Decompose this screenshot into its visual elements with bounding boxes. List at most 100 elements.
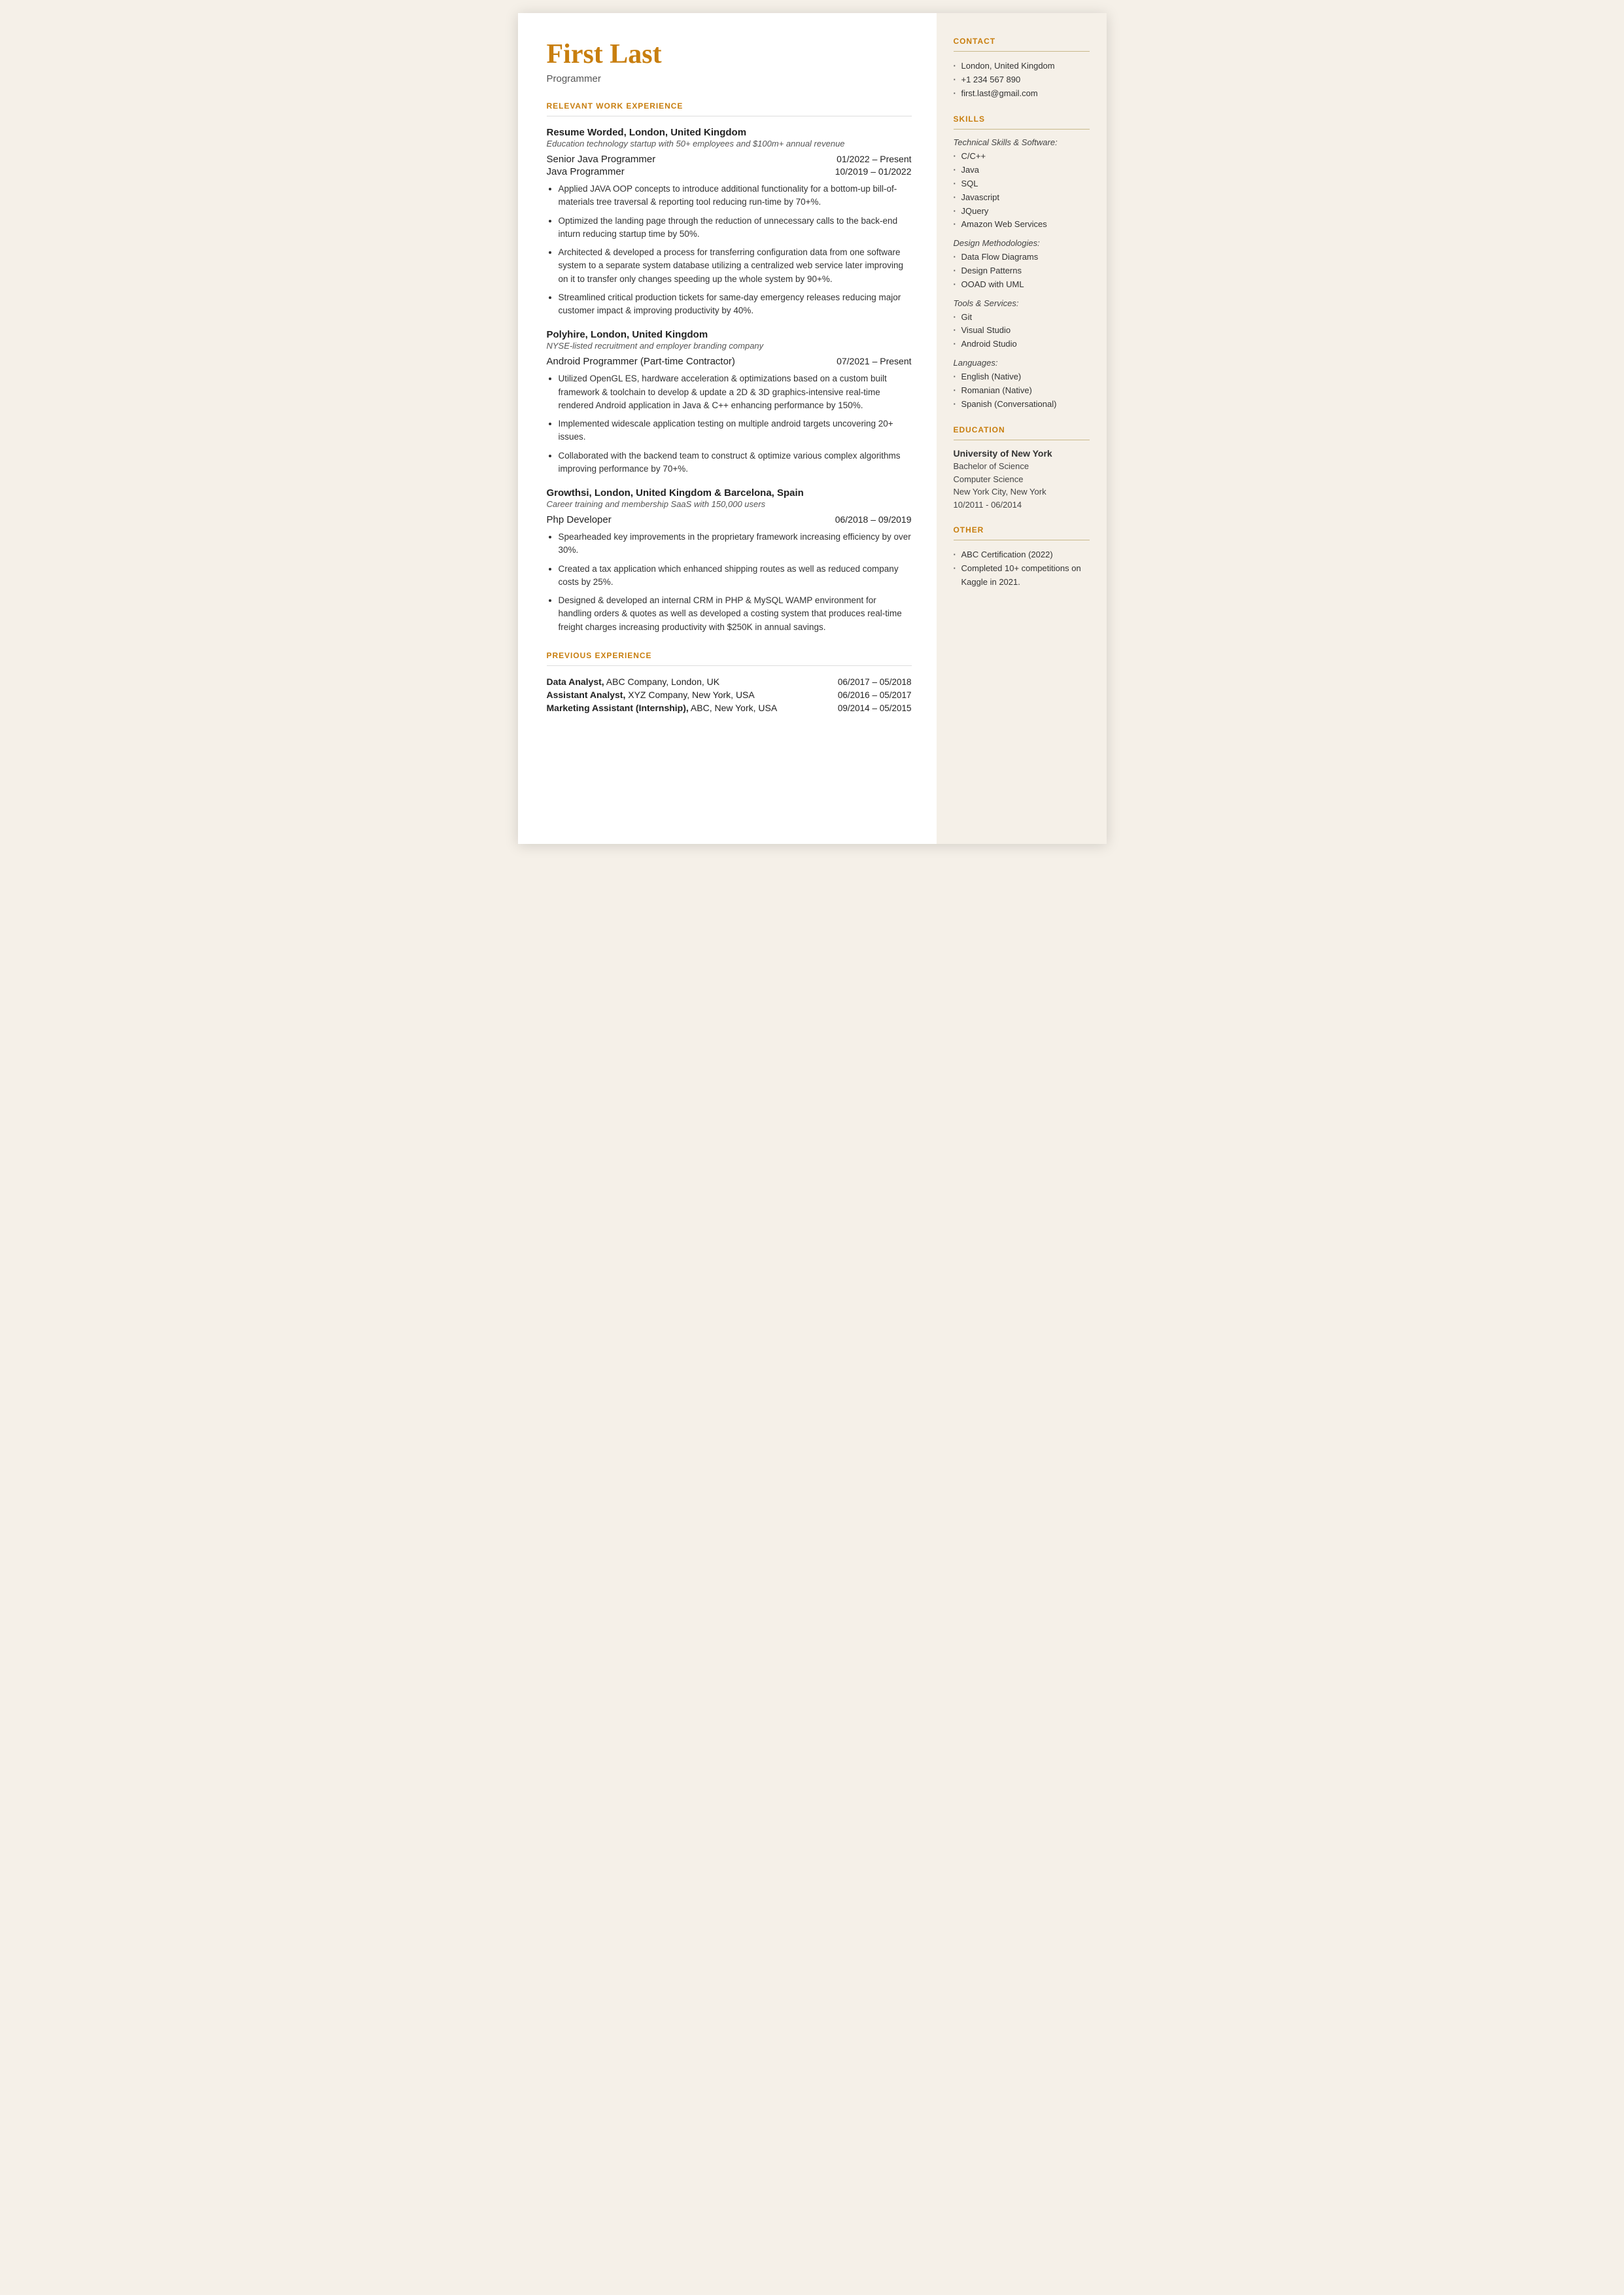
job-dates-php: 06/2018 – 09/2019 (835, 514, 912, 525)
languages-list: English (Native) Romanian (Native) Spani… (954, 370, 1090, 411)
other-list: ABC Certification (2022) Completed 10+ c… (954, 548, 1090, 589)
prev-exp-bold: Assistant Analyst, (547, 690, 626, 700)
bullet-list-growthsi: Spearheaded key improvements in the prop… (559, 531, 912, 634)
technical-skills-list: C/C++ Java SQL Javascript JQuery Amazon … (954, 150, 1090, 232)
prev-exp-rest: ABC, New York, USA (689, 703, 777, 713)
job-block-growthsi: Growthsi, London, United Kingdom & Barce… (547, 487, 912, 634)
other-heading: OTHER (954, 525, 1090, 534)
prev-exp-title: Marketing Assistant (Internship), ABC, N… (547, 703, 778, 713)
contact-heading: CONTACT (954, 37, 1090, 46)
design-item: Design Patterns (954, 264, 1090, 278)
language-item: Romanian (Native) (954, 384, 1090, 398)
edu-degree: Bachelor of Science (954, 460, 1090, 473)
relevant-work-heading: RELEVANT WORK EXPERIENCE (547, 101, 912, 111)
bullet-item: Streamlined critical production tickets … (559, 291, 912, 318)
skill-item: Javascript (954, 191, 1090, 205)
skill-item: Amazon Web Services (954, 218, 1090, 232)
company-desc-polyhire: NYSE-listed recruitment and employer bra… (547, 341, 912, 351)
tool-item: Visual Studio (954, 324, 1090, 338)
contact-list: London, United Kingdom +1 234 567 890 fi… (954, 60, 1090, 100)
job-row-java: Java Programmer 10/2019 – 01/2022 (547, 166, 912, 177)
prev-exp-bold: Marketing Assistant (Internship), (547, 703, 689, 713)
right-column: CONTACT London, United Kingdom +1 234 56… (937, 13, 1107, 844)
previous-exp-heading: PREVIOUS EXPERIENCE (547, 651, 912, 660)
company-location: London, United Kingdom (588, 329, 708, 340)
bullet-item: Optimized the landing page through the r… (559, 215, 912, 241)
edu-field: Computer Science (954, 473, 1090, 486)
prev-exp-bold: Data Analyst, (547, 676, 604, 687)
bullet-item: Implemented widescale application testin… (559, 417, 912, 444)
contact-divider (954, 51, 1090, 52)
prev-exp-dates: 09/2014 – 05/2015 (838, 703, 912, 713)
bullet-list-resume-worded: Applied JAVA OOP concepts to introduce a… (559, 183, 912, 317)
technical-skills-label: Technical Skills & Software: (954, 137, 1090, 147)
skills-heading: SKILLS (954, 114, 1090, 124)
design-methodologies-label: Design Methodologies: (954, 238, 1090, 248)
tool-item: Android Studio (954, 338, 1090, 351)
previous-exp-divider (547, 665, 912, 666)
bullet-list-polyhire: Utilized OpenGL ES, hardware acceleratio… (559, 372, 912, 476)
contact-email: first.last@gmail.com (954, 87, 1090, 101)
company-location: London, United Kingdom (627, 127, 746, 138)
education-block: University of New York Bachelor of Scien… (954, 448, 1090, 511)
left-column: First Last Programmer RELEVANT WORK EXPE… (518, 13, 937, 844)
candidate-name: First Last (547, 39, 912, 69)
contact-phone: +1 234 567 890 (954, 73, 1090, 87)
design-list: Data Flow Diagrams Design Patterns OOAD … (954, 251, 1090, 291)
job-title-php: Php Developer (547, 514, 612, 525)
edu-location: New York City, New York (954, 485, 1090, 499)
job-dates-senior-java: 01/2022 – Present (837, 154, 911, 164)
resume-page: First Last Programmer RELEVANT WORK EXPE… (518, 13, 1107, 844)
design-item: Data Flow Diagrams (954, 251, 1090, 264)
job-block-polyhire: Polyhire, London, United Kingdom NYSE-li… (547, 329, 912, 476)
job-title-java: Java Programmer (547, 166, 625, 177)
education-heading: EDUCATION (954, 425, 1090, 434)
other-item: ABC Certification (2022) (954, 548, 1090, 562)
company-name-bold: Polyhire, (547, 329, 588, 340)
job-dates-java: 10/2019 – 01/2022 (835, 166, 912, 177)
bullet-item: Spearheaded key improvements in the prop… (559, 531, 912, 557)
bullet-item: Designed & developed an internal CRM in … (559, 594, 912, 634)
candidate-title: Programmer (547, 73, 912, 84)
bullet-item: Architected & developed a process for tr… (559, 246, 912, 286)
company-desc-growthsi: Career training and membership SaaS with… (547, 499, 912, 509)
job-dates-android: 07/2021 – Present (837, 356, 911, 366)
prev-exp-rest: XYZ Company, New York, USA (625, 690, 754, 700)
tools-list: Git Visual Studio Android Studio (954, 311, 1090, 351)
bullet-item: Created a tax application which enhanced… (559, 563, 912, 589)
job-block-resume-worded: Resume Worded, London, United Kingdom Ed… (547, 127, 912, 317)
edu-university: University of New York (954, 448, 1090, 459)
job-title-senior-java: Senior Java Programmer (547, 154, 656, 165)
prev-exp-row-marketing-assistant: Marketing Assistant (Internship), ABC, N… (547, 703, 912, 713)
other-item: Completed 10+ competitions on Kaggle in … (954, 562, 1090, 589)
company-name-bold: Growthsi, (547, 487, 592, 499)
tools-label: Tools & Services: (954, 298, 1090, 308)
job-row-android: Android Programmer (Part-time Contractor… (547, 356, 912, 367)
edu-dates: 10/2011 - 06/2014 (954, 499, 1090, 512)
bullet-item: Utilized OpenGL ES, hardware acceleratio… (559, 372, 912, 412)
design-item: OOAD with UML (954, 278, 1090, 292)
company-name-growthsi: Growthsi, London, United Kingdom & Barce… (547, 487, 912, 499)
tool-item: Git (954, 311, 1090, 324)
company-name-polyhire: Polyhire, London, United Kingdom (547, 329, 912, 341)
skills-divider (954, 129, 1090, 130)
job-row-php: Php Developer 06/2018 – 09/2019 (547, 514, 912, 525)
prev-exp-dates: 06/2016 – 05/2017 (838, 690, 912, 700)
language-item: Spanish (Conversational) (954, 398, 1090, 412)
languages-label: Languages: (954, 358, 1090, 368)
company-name-resume-worded: Resume Worded, London, United Kingdom (547, 127, 912, 139)
job-row-senior-java: Senior Java Programmer 01/2022 – Present (547, 154, 912, 165)
language-item: English (Native) (954, 370, 1090, 384)
prev-exp-rest: ABC Company, London, UK (604, 676, 719, 687)
prev-exp-title: Data Analyst, ABC Company, London, UK (547, 676, 720, 687)
bullet-item: Applied JAVA OOP concepts to introduce a… (559, 183, 912, 209)
company-location: London, United Kingdom & Barcelona, Spai… (592, 487, 804, 499)
skill-item: Java (954, 164, 1090, 177)
prev-exp-dates: 06/2017 – 05/2018 (838, 677, 912, 687)
job-title-android: Android Programmer (Part-time Contractor… (547, 356, 735, 367)
prev-exp-title: Assistant Analyst, XYZ Company, New York… (547, 690, 755, 700)
skill-item: C/C++ (954, 150, 1090, 164)
company-name-bold: Resume Worded, (547, 127, 627, 138)
prev-exp-row-data-analyst: Data Analyst, ABC Company, London, UK 06… (547, 676, 912, 687)
skill-item: JQuery (954, 205, 1090, 219)
